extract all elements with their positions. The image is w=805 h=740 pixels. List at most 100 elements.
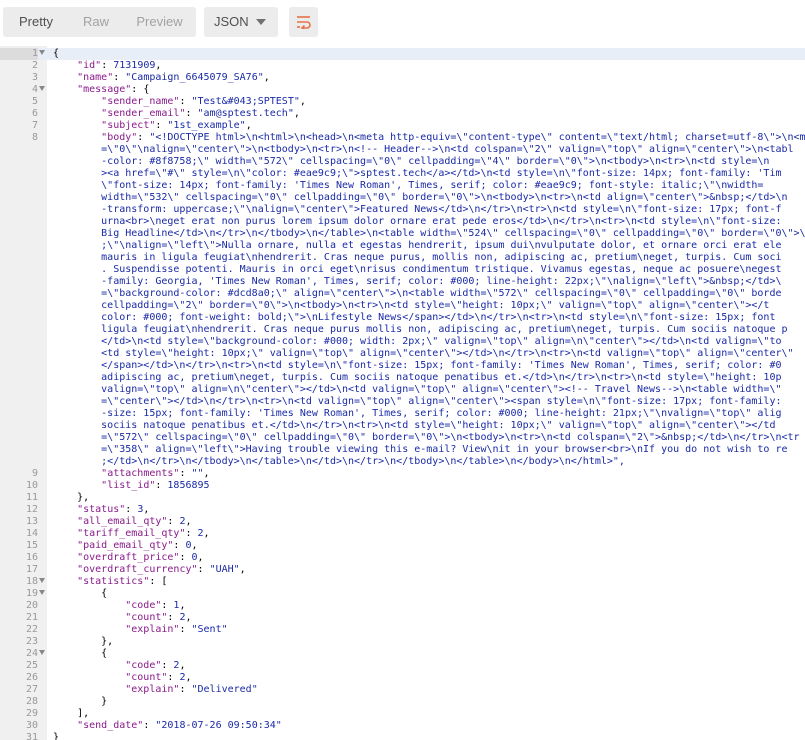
code-line: </td>\n<td style=\"background-color: #00… [0, 336, 805, 348]
code-text: }, [53, 492, 90, 503]
code-line: 2 "id": 7131909, [0, 60, 805, 72]
code-text: "attachments": "", [101, 468, 210, 479]
code-text: "id": 7131909, [77, 60, 162, 71]
code-text: cellpadding=\"2\" border=\"0\">\n<tbody>… [53, 300, 770, 311]
code-line: \"font-size: 14px; font-family: 'Times N… [0, 180, 805, 192]
code-line: ligula feugiat\nhendrerit. Cras neque pu… [0, 324, 805, 336]
code-text: ;\"\nalign=\"left\">Nulla ornare, nulla … [53, 240, 782, 251]
code-text: } [53, 732, 60, 740]
code-line: 29 ], [0, 708, 805, 720]
code-line: 4 "message": { [0, 84, 805, 96]
code-line: 14 "tariff_email_qty": 2, [0, 528, 805, 540]
code-line: . Suspendisse potenti. Mauris in orci eg… [0, 264, 805, 276]
code-line: 12 "status": 3, [0, 504, 805, 516]
code-text: "status": 3, [77, 504, 150, 515]
json-response-editor[interactable]: 1{2 "id": 7131909, 3 "name": "Campaign_66… [0, 46, 805, 740]
chevron-down-icon [256, 19, 266, 25]
line-number: 12 [25, 504, 38, 515]
code-line: adipiscing ac, pretium\neget, turpis. Cu… [0, 372, 805, 384]
fold-toggle-icon[interactable] [39, 590, 45, 595]
line-number: 27 [25, 684, 38, 695]
fold-toggle-icon[interactable] [39, 578, 45, 583]
code-line: -family: Georgia, 'Times New Roman', Tim… [0, 276, 805, 288]
tab-raw[interactable]: Raw [69, 7, 123, 37]
code-text: "name": "Campaign_6645079_SA76", [77, 72, 270, 83]
code-line: ;\"\nalign=\"left\">Nulla ornare, nulla … [0, 240, 805, 252]
code-text: </span></td>\n</tr>\n<tr>\n<td style=\n\… [53, 360, 782, 371]
code-text: "statistics": [ [77, 576, 168, 587]
code-line: ><a href=\"#\" style=\n\"color: #eae9c9;… [0, 168, 805, 180]
code-line: 24 { [0, 648, 805, 660]
line-number: 13 [25, 516, 38, 527]
code-line: =\"572\" cellspacing=\"0\" cellpadding=\… [0, 432, 805, 444]
line-number: 19 [25, 588, 38, 599]
code-text: -color: #8f8758;\" width=\"572\" cellspa… [53, 156, 770, 167]
code-line: -size: 15px; font-family: 'Times New Rom… [0, 408, 805, 420]
code-line: width=\"532\" cellspacing=\"0\" cellpadd… [0, 192, 805, 204]
code-line: 1{ [0, 48, 805, 60]
code-text: ligula feugiat\nhendrerit. Cras neque pu… [53, 324, 788, 335]
line-number: 4 [31, 84, 38, 95]
code-text: -transform: uppercase;\"\nalign=\"center… [53, 204, 782, 215]
code-text: =\"572\" cellspacing=\"0\" cellpadding=\… [53, 432, 800, 443]
line-number: 15 [25, 540, 38, 551]
format-select[interactable]: JSON [204, 7, 278, 37]
code-text: "body": "<!DOCTYPE html>\n<html>\n<head>… [101, 132, 805, 143]
code-line: 28 } [0, 696, 805, 708]
tab-preview[interactable]: Preview [123, 7, 196, 37]
line-number: 30 [25, 720, 38, 731]
line-number: 1 [0, 48, 38, 60]
line-number: 31 [25, 732, 38, 740]
view-mode-segmented-control: Pretty Raw Preview [3, 7, 196, 37]
code-text: "count": 2, [125, 672, 192, 683]
line-number: 11 [25, 492, 38, 503]
code-text: =\"background-color: #dcd8a0;\" align=\"… [53, 288, 782, 299]
code-line: 9 "attachments": "", [0, 468, 805, 480]
code-text: adipiscing ac, pretium\neget, turpis. Cu… [53, 372, 782, 383]
line-number: 2 [31, 60, 38, 71]
tab-pretty[interactable]: Pretty [3, 7, 69, 37]
line-number: 29 [25, 708, 38, 719]
wrap-lines-icon [297, 16, 311, 29]
code-text: "subject": "1st_example", [101, 120, 252, 131]
fold-toggle-icon[interactable] [39, 650, 45, 655]
code-text: "overdraft_price": 0, [77, 552, 204, 563]
code-text: "message": { [77, 84, 150, 95]
fold-toggle-icon[interactable] [39, 86, 45, 91]
line-number: 25 [25, 660, 38, 671]
line-number: 6 [31, 108, 38, 119]
code-line: 15 "paid_email_qty": 0, [0, 540, 805, 552]
code-text: sociis natoque penatibus et.</td>\n</tr>… [53, 420, 776, 431]
code-line: mauris in ligula feugiat\nhendrerit. Cra… [0, 252, 805, 264]
code-text: =\"0\"\nalign=\"center\">\n<tbody>\n<tr>… [53, 144, 794, 155]
line-number: 8 [31, 132, 38, 143]
code-text: urna<br>\neget erat non purus lorem ipsu… [53, 216, 782, 227]
line-number: 28 [25, 696, 38, 707]
code-text: "tariff_email_qty": 2, [77, 528, 210, 539]
code-text: "sender_name": "Test&#043;SPTEST", [101, 96, 306, 107]
code-text: "send_date": "2018-07-26 09:50:34" [77, 720, 282, 731]
code-text: "paid_email_qty": 0, [77, 540, 198, 551]
code-text: "code": 1, [125, 600, 186, 611]
format-select-value: JSON [214, 14, 249, 29]
code-text: =\"358\" align=\"left\">Having trouble v… [53, 444, 788, 455]
code-line: -transform: uppercase;\"\nalign=\"center… [0, 204, 805, 216]
line-number: 18 [25, 576, 38, 587]
code-text: { [53, 588, 108, 599]
code-text: -size: 15px; font-family: 'Times New Rom… [53, 408, 782, 419]
code-line: 27 "explain": "Delivered" [0, 684, 805, 696]
code-line: 26 "count": 2, [0, 672, 805, 684]
code-text: ;</td>\n</tr>\n</tbody>\n</table>\n</td>… [53, 456, 625, 467]
code-line: color: #000; font-weight: bold;\">\nLife… [0, 312, 805, 324]
code-line: urna<br>\neget erat non purus lorem ipsu… [0, 216, 805, 228]
wrap-lines-button[interactable] [289, 7, 318, 37]
code-text: "explain": "Sent" [125, 624, 228, 635]
code-text: "list_id": 1856895 [101, 480, 210, 491]
code-line: =\"center\"></td>\n</tr>\n<tr>\n<td vali… [0, 396, 805, 408]
code-line: 31} [0, 732, 805, 740]
code-text: </td>\n<td style=\"background-color: #00… [53, 336, 782, 347]
fold-toggle-icon[interactable] [39, 50, 45, 55]
response-toolbar: Pretty Raw Preview JSON [0, 0, 805, 46]
line-number: 22 [25, 624, 38, 635]
code-text: -family: Georgia, 'Times New Roman', Tim… [53, 276, 782, 287]
